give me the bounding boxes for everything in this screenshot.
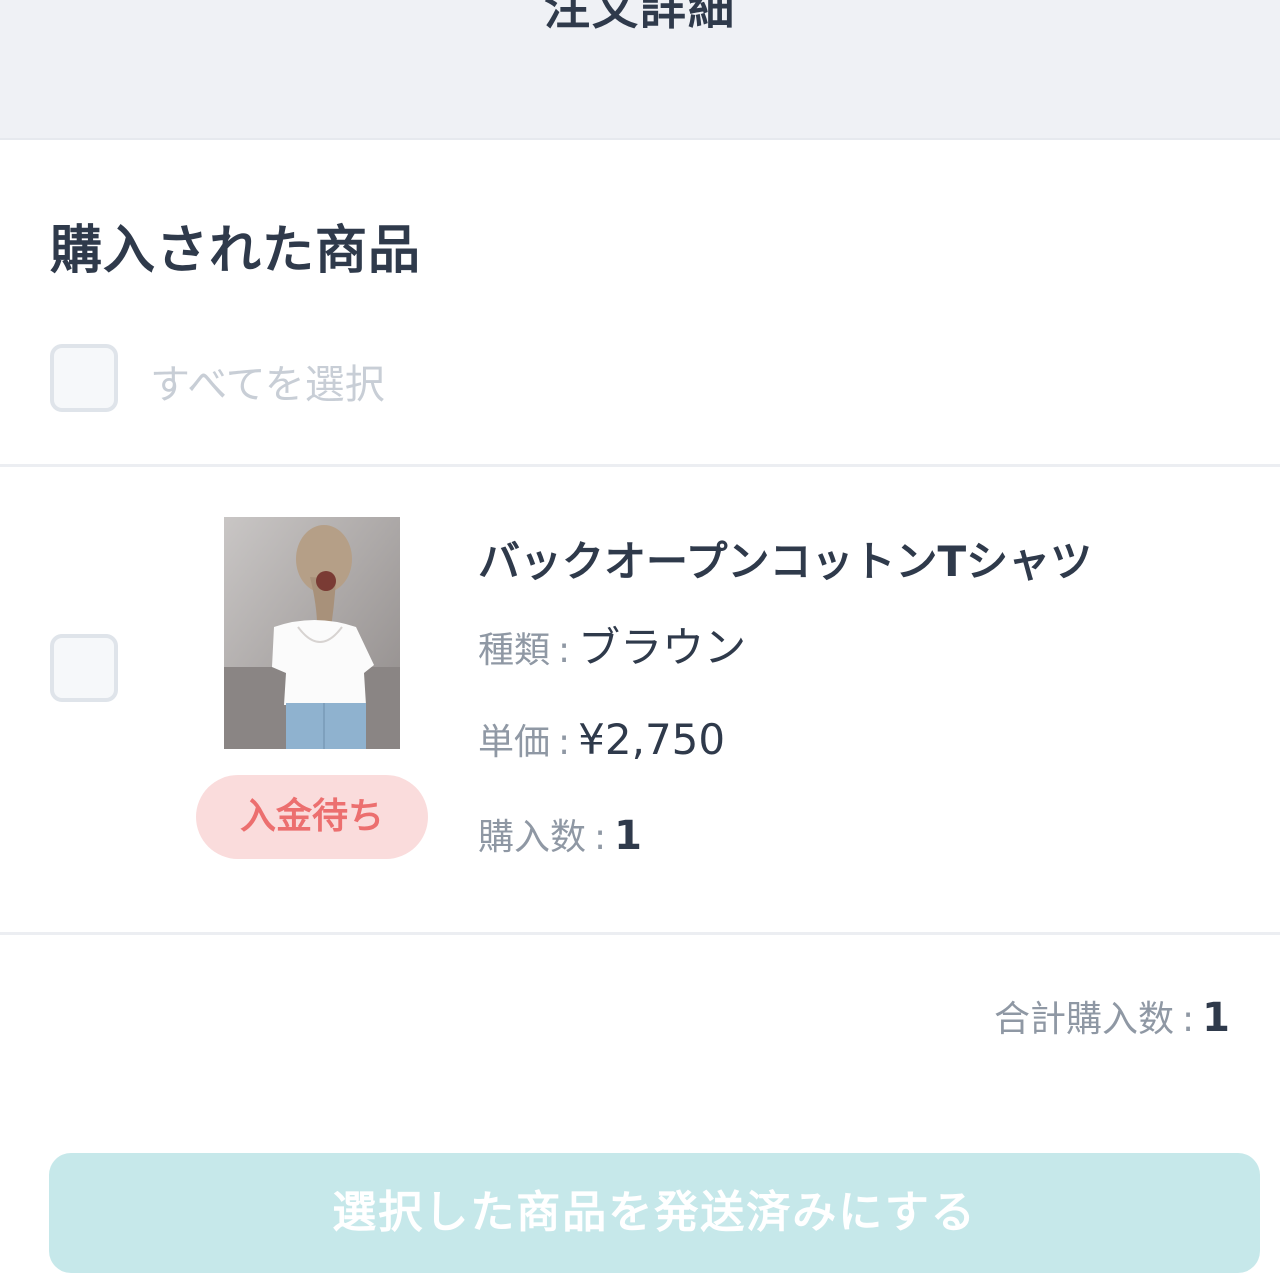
product-quantity-value: 1 [614,813,642,859]
total-quantity-value: 1 [1202,995,1230,1041]
product-quantity-label: 購入数 [478,817,587,858]
select-all-label[interactable]: すべてを選択 [150,352,385,410]
item-checkbox[interactable] [50,634,118,702]
section-title: 購入された商品 [50,221,422,281]
product-price-row: 単価: ¥2,750 [478,713,725,765]
product-image[interactable] [224,517,400,749]
product-type-value: ブラウン [578,623,747,672]
colon: : [594,817,607,858]
colon: : [1182,999,1195,1040]
product-photo-icon [224,517,400,749]
colon: : [558,630,571,671]
colon: : [558,722,571,763]
product-type-label: 種類 [478,630,551,671]
product-price-label: 単価 [478,722,551,763]
product-quantity-row: 購入数:1 [478,808,642,860]
status-badge: 入金待ち [196,775,428,859]
total-quantity-label: 合計購入数 [994,999,1175,1040]
select-all-checkbox[interactable] [50,344,118,412]
page-header: 注文詳細 [0,0,1280,140]
product-price-value: ¥2,750 [578,715,726,764]
divider [0,464,1280,467]
divider [0,932,1280,935]
total-quantity: 合計購入数:1 [994,990,1230,1042]
product-name[interactable]: バックオープンコットンTシャツ [478,528,1092,589]
page-title: 注文詳細 [544,0,736,35]
mark-shipped-button[interactable]: 選択した商品を発送済みにする [49,1153,1260,1273]
product-type-row: 種類: ブラウン [478,614,746,675]
